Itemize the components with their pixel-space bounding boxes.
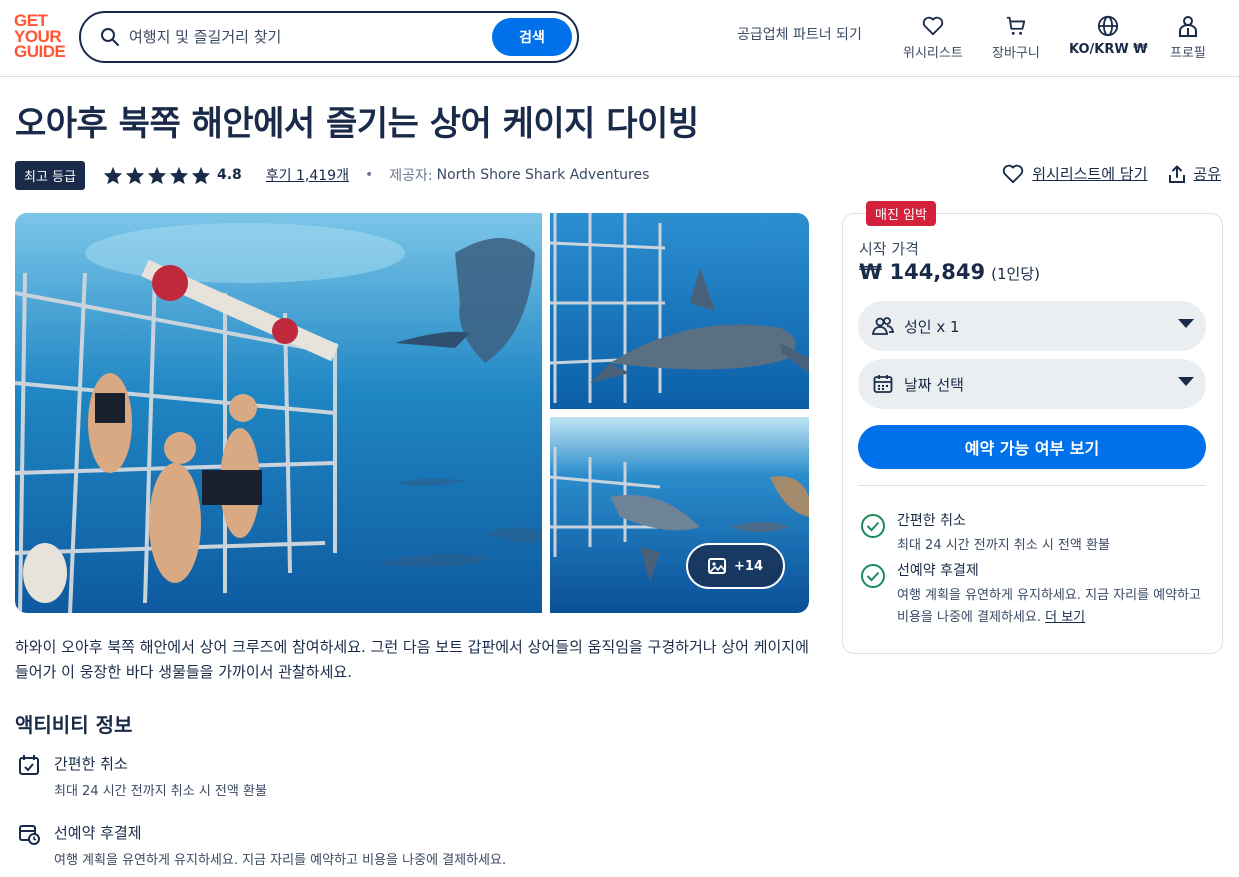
price-amount: ₩ 144,849 <box>859 260 986 284</box>
page-actions: 위시리스트에 담기 공유 <box>980 163 1221 184</box>
star-icon <box>191 166 211 184</box>
share-label: 공유 <box>1193 165 1221 183</box>
heart-icon <box>1003 164 1024 183</box>
search-button[interactable]: 검색 <box>492 18 572 56</box>
feature-title: 선예약 후결제 <box>897 563 979 579</box>
page-title: 오아후 북쪽 해안에서 즐기는 상어 케이지 다이빙 <box>15 104 699 144</box>
reviews-link[interactable]: 후기 1,419개 <box>266 165 349 185</box>
gallery-main-photo[interactable] <box>15 213 542 613</box>
more-photos-button[interactable]: +14 <box>686 543 785 589</box>
info-item-desc: 최대 24 시간 전까지 취소 시 전액 환불 <box>54 784 267 799</box>
feature-reserve-now-pay-later: 선예약 후결제 여행 계획을 유연하게 유지하세요. 지금 자리를 예약하고 비… <box>860 560 1209 629</box>
activity-description: 하와이 오아후 북쪽 해안에서 상어 크루즈에 참여하세요. 그런 다음 보트 … <box>15 638 809 681</box>
add-to-wishlist-button[interactable]: 위시리스트에 담기 <box>1002 163 1147 184</box>
check-circle-icon <box>860 513 886 539</box>
provider-name[interactable]: North Shore Shark Adventures <box>437 167 650 183</box>
cart-icon <box>1005 14 1027 38</box>
nav-cart-label: 장바구니 <box>992 46 1040 61</box>
check-availability-button[interactable]: 예약 가능 여부 보기 <box>858 425 1206 469</box>
star-icon <box>147 166 167 184</box>
heart-icon <box>922 14 944 38</box>
share-button[interactable]: 공유 <box>1169 163 1221 184</box>
likely-to-sell-out-badge: 매진 임박 <box>866 201 936 226</box>
provider-label: 제공자: <box>389 168 433 184</box>
gallery-photo-2[interactable] <box>550 213 809 409</box>
globe-icon <box>1097 14 1119 38</box>
rating-stars <box>103 166 211 185</box>
profile-icon <box>1178 14 1198 38</box>
info-item-title: 선예약 후결제 <box>54 824 142 842</box>
participants-value: 성인 x 1 <box>904 317 960 336</box>
feature-free-cancellation: 간편한 취소 최대 24 시간 전까지 취소 시 전액 환불 <box>860 510 1209 557</box>
nav-profile-label: 프로필 <box>1170 46 1206 61</box>
nav-wishlist-label: 위시리스트 <box>903 46 963 61</box>
read-more-link[interactable]: 더 보기 <box>1045 610 1085 625</box>
participants-select[interactable]: 성인 x 1 <box>858 301 1206 351</box>
search-input[interactable] <box>129 28 469 46</box>
info-item-title: 간편한 취소 <box>54 755 128 773</box>
more-photos-count: +14 <box>734 558 763 574</box>
price-per-person: (1인당) <box>991 265 1040 283</box>
card-divider <box>858 485 1206 486</box>
price-from-label: 시작 가격 <box>859 240 919 258</box>
rating-value: 4.8 <box>216 167 242 183</box>
feature-desc: 여행 계획을 유연하게 유지하세요. 지금 자리를 예약하고 비용을 나중에 결… <box>897 585 1209 629</box>
star-icon <box>169 166 189 184</box>
share-icon <box>1169 165 1186 183</box>
calendar-clock-icon <box>18 823 42 847</box>
date-select[interactable]: 날짜 선택 <box>858 359 1206 409</box>
partner-link[interactable]: 공급업체 파트너 되기 <box>737 24 862 44</box>
price: ₩ 144,849 (1인당) <box>859 260 1040 284</box>
nav-profile[interactable]: 프로필 <box>1170 14 1206 61</box>
chevron-down-icon <box>1178 377 1194 386</box>
search-icon <box>99 26 121 48</box>
info-item-cancellation: 간편한 취소 최대 24 시간 전까지 취소 시 전액 환불 <box>18 753 267 799</box>
calendar-check-icon <box>18 754 42 778</box>
calendar-icon <box>872 373 894 395</box>
meta-separator: • <box>364 167 374 183</box>
participants-icon <box>872 315 894 337</box>
chevron-down-icon <box>1178 319 1194 328</box>
add-to-wishlist-label: 위시리스트에 담기 <box>1032 165 1148 183</box>
info-item-reserve-now: 선예약 후결제 여행 계획을 유연하게 유지하세요. 지금 자리를 예약하고 비… <box>18 822 506 868</box>
logo[interactable]: GET YOUR GUIDE <box>14 12 74 61</box>
feature-desc: 최대 24 시간 전까지 취소 시 전액 환불 <box>897 538 1110 553</box>
nav-wishlist[interactable]: 위시리스트 <box>903 14 963 61</box>
nav-cart[interactable]: 장바구니 <box>992 14 1040 61</box>
header: GET YOUR GUIDE 검색 공급업체 파트너 되기 위시리스트 장바구니… <box>0 0 1239 77</box>
feature-title: 간편한 취소 <box>897 513 966 529</box>
star-icon <box>125 166 145 184</box>
image-icon <box>708 558 726 574</box>
activity-meta: 최고 등급 4.8 후기 1,419개 • 제공자: North Shore S… <box>15 160 650 190</box>
nav-locale[interactable]: KO/KRW ₩ <box>1069 14 1148 57</box>
check-circle-icon <box>860 563 886 589</box>
date-value: 날짜 선택 <box>904 375 964 394</box>
search-bar: 검색 <box>79 11 579 63</box>
activity-info-heading: 액티비티 정보 <box>15 713 133 737</box>
info-item-desc: 여행 계획을 유연하게 유지하세요. 지금 자리를 예약하고 비용을 나중에 결… <box>54 853 507 868</box>
logo-line-3: GUIDE <box>14 42 66 61</box>
nav-locale-label: KO/KRW ₩ <box>1069 42 1148 57</box>
star-icon <box>103 166 123 184</box>
top-rated-badge: 최고 등급 <box>15 160 85 190</box>
